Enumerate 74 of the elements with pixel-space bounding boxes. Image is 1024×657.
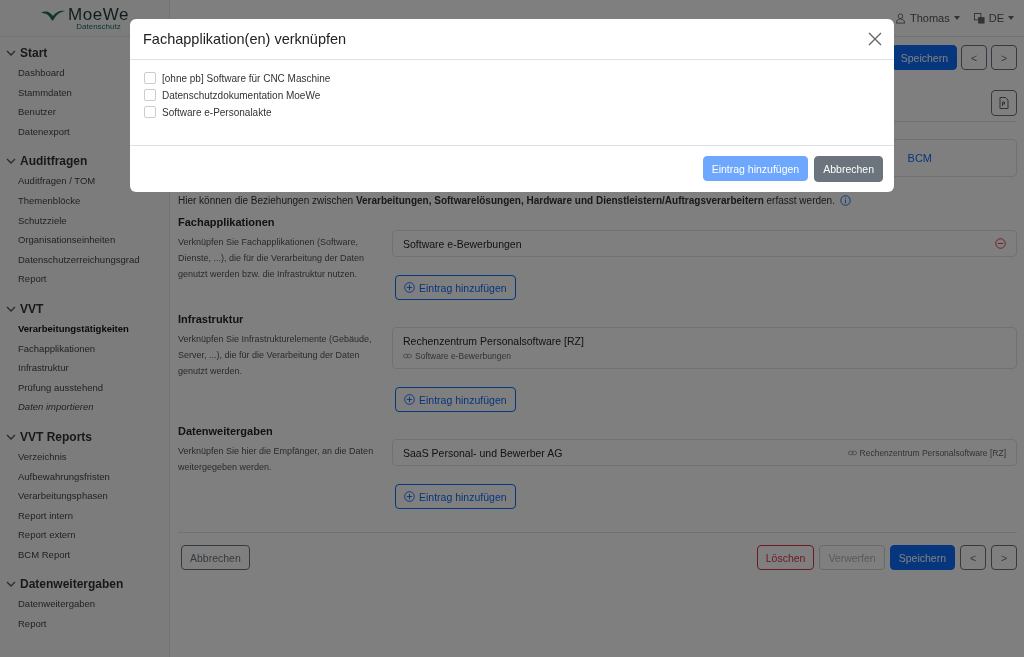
sidebar-section-title[interactable]: Auditfragen — [20, 154, 88, 169]
section-description: Verknüpfen Sie Infrastrukturelemente (Gebäude, Server, ...), die für die Verarbeitung der Daten genutzt werden. — [178, 333, 373, 378]
section-title: Datenweitergaben — [178, 425, 274, 437]
close-icon[interactable] — [868, 32, 882, 46]
entry-name: Rechenzentrum Personalsoftware [RZ] — [403, 335, 584, 347]
action-button[interactable]: Speichern — [891, 45, 957, 70]
checkbox[interactable] — [144, 89, 156, 101]
action-button[interactable]: Abbrechen — [814, 156, 883, 182]
option-label[interactable]: Software e-Personalakte — [162, 106, 272, 118]
action-button[interactable]: Löschen — [756, 545, 815, 570]
add-entry-button[interactable]: Eintrag hinzufügen — [395, 387, 516, 412]
sidebar-item[interactable]: Datenschutzerreichungsgrad — [0, 249, 169, 270]
option-label[interactable]: [ohne pb] Software für CNC Maschine — [162, 72, 331, 84]
add-entry-button[interactable]: Eintrag hinzufügen — [395, 484, 516, 509]
sidebar-item[interactable]: Daten importieren — [0, 397, 169, 417]
file-icon — [999, 97, 1009, 109]
entry-link-text: Rechenzentrum Personalsoftware [RZ] — [859, 447, 1006, 458]
sidebar-item[interactable]: Verzeichnis — [0, 446, 169, 467]
section-description: Verknüpfen Sie hier die Empfänger, an die Daten weitergegeben werden. — [178, 445, 375, 474]
translate-icon — [973, 12, 985, 24]
language-menu[interactable]: DE — [973, 12, 1014, 24]
sidebar-item[interactable]: Organisationseinheiten — [0, 230, 169, 250]
tab[interactable]: BCM — [899, 148, 940, 168]
add-entry-button[interactable]: Eintrag hinzufügen — [395, 275, 516, 300]
caret-icon — [953, 16, 960, 20]
option-label[interactable]: Datenschutzdokumentation MoeWe — [162, 89, 321, 101]
sidebar-item[interactable]: Themenblöcke — [0, 190, 169, 211]
logo-tagline: Datenschutz — [76, 22, 121, 31]
sidebar-item[interactable]: Report — [0, 269, 169, 289]
action-button[interactable]: Speichern — [889, 545, 955, 570]
caret-icon — [1008, 16, 1014, 20]
info-icon[interactable] — [839, 195, 851, 206]
sidebar-item[interactable]: BCM Report — [0, 544, 169, 565]
link-icon — [847, 449, 857, 456]
plus-circle-icon — [404, 282, 415, 293]
nav-button[interactable]: < — [961, 45, 987, 70]
plus-circle-icon — [404, 491, 415, 502]
sidebar-item[interactable]: Verarbeitungsphasen — [0, 486, 169, 506]
checkbox[interactable] — [144, 106, 156, 118]
person-icon — [894, 12, 906, 24]
sidebar-item[interactable]: Datenweitergaben — [0, 594, 169, 615]
sidebar-section-title[interactable]: Datenweitergaben — [20, 577, 124, 592]
sidebar-section-title[interactable]: VVT — [20, 301, 44, 316]
checkbox[interactable] — [144, 72, 156, 84]
plus-circle-icon — [404, 394, 415, 405]
sidebar-item[interactable]: Fachapplikationen — [0, 338, 169, 359]
action-button[interactable]: Abbrechen — [181, 545, 250, 570]
user-menu[interactable]: Thomas — [894, 12, 960, 24]
sidebar-item[interactable]: Infrastruktur — [0, 358, 169, 378]
remove-icon[interactable] — [995, 238, 1006, 249]
section-description: Verknüpfen Sie Fachapplikationen (Software, Dienste, ...), die für die Verarbeitung der Daten genutzt werden bzw. die Infrastruktur nutzen. — [178, 236, 366, 281]
sidebar-item[interactable]: Aufbewahrungsfristen — [0, 466, 169, 487]
nav-button[interactable]: > — [991, 545, 1017, 570]
modal-title: Fachapplikation(en) verknüpfen — [143, 31, 347, 47]
link-icon — [403, 353, 412, 359]
sidebar-item[interactable]: Report extern — [0, 525, 169, 545]
entry-name: Software e-Bewerbungen — [403, 237, 523, 250]
logo-name: MoeWe — [68, 5, 129, 23]
sidebar-section-title[interactable]: VVT Reports — [20, 429, 92, 444]
nav-button[interactable]: > — [991, 45, 1017, 70]
entry-link-text: Software e-Bewerbungen — [415, 351, 511, 361]
section-title: Fachapplikationen — [178, 216, 276, 228]
section-title: Infrastruktur — [178, 313, 245, 325]
sidebar-item[interactable]: Schutzziele — [0, 210, 169, 231]
sidebar-item[interactable]: Prüfung ausstehend — [0, 377, 169, 398]
sidebar-item[interactable]: Report intern — [0, 505, 169, 526]
intro-text: Hier können die Beziehungen zwischen Verarbeitungen, Softwarelösungen, Hardware und Dienstleistern/Auftragsverarbeitern erfasst werden. — [178, 195, 835, 206]
sidebar-section-title[interactable]: Start — [20, 46, 48, 60]
sidebar-item[interactable]: Report — [0, 614, 169, 634]
chevron-icon — [6, 48, 16, 58]
entry-name: SaaS Personal- und Bewerber AG — [403, 446, 564, 459]
sidebar-item[interactable]: Verarbeitungstätigkeiten — [0, 318, 169, 339]
pdf-export-button[interactable] — [991, 90, 1017, 116]
nav-button[interactable]: < — [960, 545, 986, 570]
